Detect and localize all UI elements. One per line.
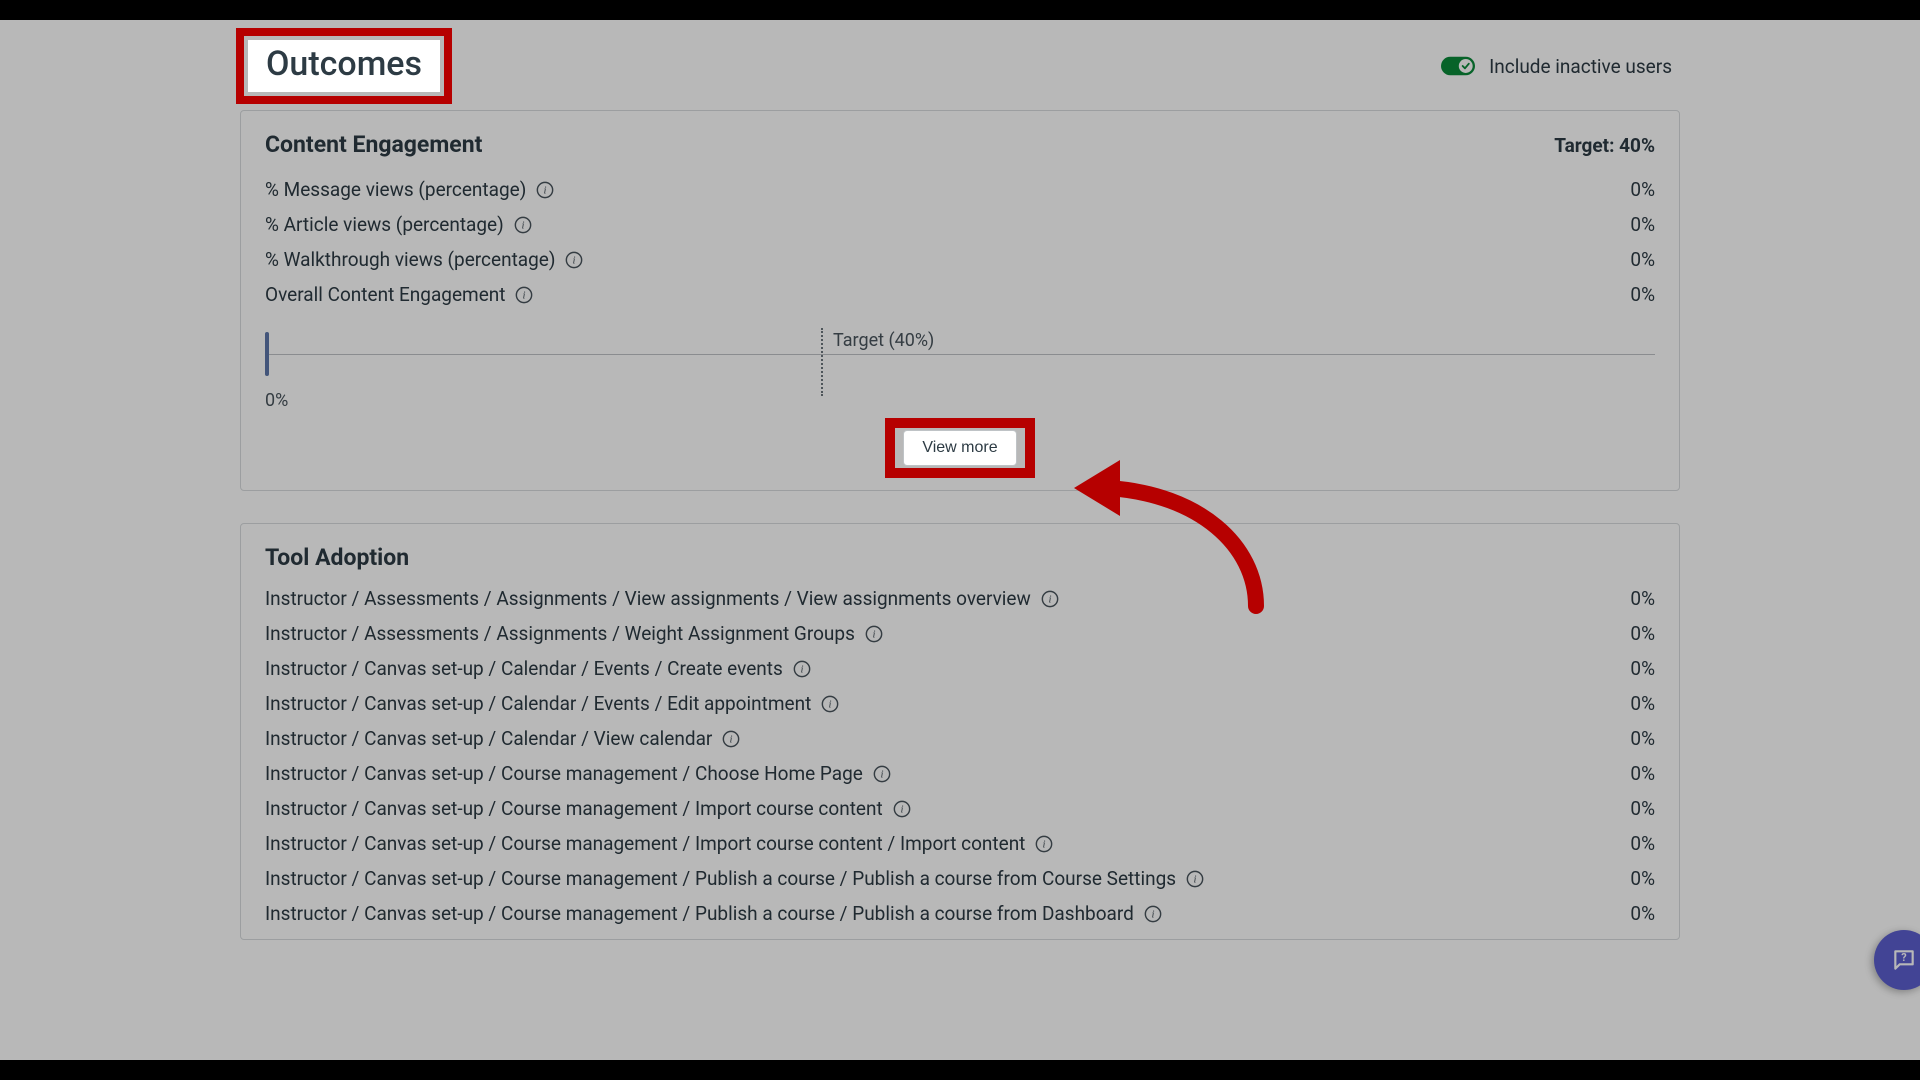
page-title: Outcomes bbox=[248, 40, 440, 92]
metric-value: 0% bbox=[1630, 832, 1655, 855]
metric-label: Instructor / Canvas set-up / Calendar / … bbox=[265, 727, 740, 750]
metric-row: % Article views (percentage)i 0% bbox=[265, 207, 1655, 242]
letterbox-top bbox=[0, 0, 1920, 20]
svg-text:i: i bbox=[800, 663, 803, 675]
svg-text:i: i bbox=[521, 219, 524, 231]
include-inactive-label: Include inactive users bbox=[1489, 55, 1672, 78]
metric-row: Instructor / Canvas set-up / Course mana… bbox=[265, 756, 1655, 791]
svg-text:i: i bbox=[544, 184, 547, 196]
view-more-button[interactable]: View more bbox=[903, 430, 1016, 466]
info-icon[interactable]: i bbox=[1144, 905, 1162, 923]
page-header: Outcomes Include inactive users bbox=[240, 40, 1680, 92]
metric-row: Overall Content Engagementi 0% bbox=[265, 277, 1655, 312]
metric-value: 0% bbox=[1630, 213, 1655, 236]
page-content: Outcomes Include inactive users Content … bbox=[0, 20, 1920, 1060]
metric-value: 0% bbox=[1630, 867, 1655, 890]
svg-text:i: i bbox=[1048, 593, 1051, 605]
metric-label: Instructor / Canvas set-up / Course mana… bbox=[265, 867, 1204, 890]
metric-row: Instructor / Canvas set-up / Calendar / … bbox=[265, 651, 1655, 686]
svg-text:i: i bbox=[573, 254, 576, 266]
metric-value: 0% bbox=[1630, 622, 1655, 645]
info-icon[interactable]: i bbox=[722, 730, 740, 748]
metric-value: 0% bbox=[1630, 902, 1655, 925]
metric-row: Instructor / Canvas set-up / Calendar / … bbox=[265, 686, 1655, 721]
info-icon[interactable]: i bbox=[821, 695, 839, 713]
info-icon[interactable]: i bbox=[565, 251, 583, 269]
metric-label: Instructor / Canvas set-up / Calendar / … bbox=[265, 657, 811, 680]
info-icon[interactable]: i bbox=[873, 765, 891, 783]
metric-label: Instructor / Canvas set-up / Calendar / … bbox=[265, 692, 839, 715]
content-engagement-target: Target: 40% bbox=[1554, 134, 1655, 157]
metric-row: Instructor / Canvas set-up / Course mana… bbox=[265, 861, 1655, 896]
metric-value: 0% bbox=[1630, 692, 1655, 715]
include-inactive-toggle[interactable]: Include inactive users bbox=[1441, 55, 1672, 78]
metric-value: 0% bbox=[1630, 248, 1655, 271]
info-icon[interactable]: i bbox=[1041, 590, 1059, 608]
svg-text:i: i bbox=[900, 803, 903, 815]
metric-label: Instructor / Assessments / Assignments /… bbox=[265, 622, 883, 645]
svg-text:i: i bbox=[829, 698, 832, 710]
metric-row: Instructor / Canvas set-up / Calendar / … bbox=[265, 721, 1655, 756]
metric-row: Instructor / Canvas set-up / Course mana… bbox=[265, 791, 1655, 826]
page-title-highlight: Outcomes bbox=[248, 40, 440, 92]
svg-text:i: i bbox=[880, 768, 883, 780]
metric-row: Instructor / Canvas set-up / Course mana… bbox=[265, 896, 1655, 931]
metric-label: % Article views (percentage)i bbox=[265, 213, 532, 236]
metric-label: Instructor / Canvas set-up / Course mana… bbox=[265, 902, 1162, 925]
letterbox-bottom bbox=[0, 1060, 1920, 1080]
info-icon[interactable]: i bbox=[536, 181, 554, 199]
toggle-on-icon bbox=[1441, 56, 1475, 76]
metric-value: 0% bbox=[1630, 762, 1655, 785]
svg-text:?: ? bbox=[1901, 951, 1906, 964]
tool-adoption-title: Tool Adoption bbox=[265, 544, 409, 571]
progress-current-marker bbox=[265, 332, 269, 376]
svg-text:i: i bbox=[1194, 873, 1197, 885]
metric-label: Overall Content Engagementi bbox=[265, 283, 533, 306]
progress-track bbox=[265, 354, 1655, 355]
metric-row: Instructor / Assessments / Assignments /… bbox=[265, 581, 1655, 616]
progress-target-line bbox=[821, 328, 823, 396]
metric-row: Instructor / Canvas set-up / Course mana… bbox=[265, 826, 1655, 861]
metric-row: % Walkthrough views (percentage)i 0% bbox=[265, 242, 1655, 277]
view-more-highlight: View more bbox=[903, 430, 1016, 466]
info-icon[interactable]: i bbox=[515, 286, 533, 304]
content-engagement-progress: Target (40%) 0% bbox=[265, 326, 1655, 382]
svg-text:i: i bbox=[1151, 908, 1154, 920]
metric-value: 0% bbox=[1630, 727, 1655, 750]
svg-text:i: i bbox=[523, 289, 526, 301]
metric-label: Instructor / Canvas set-up / Course mana… bbox=[265, 762, 891, 785]
chat-help-icon: ? bbox=[1891, 947, 1917, 973]
info-icon[interactable]: i bbox=[514, 216, 532, 234]
metric-label: Instructor / Canvas set-up / Course mana… bbox=[265, 797, 911, 820]
metric-row: % Message views (percentage)i 0% bbox=[265, 172, 1655, 207]
info-icon[interactable]: i bbox=[893, 800, 911, 818]
content-engagement-title: Content Engagement bbox=[265, 131, 482, 158]
metric-label: Instructor / Assessments / Assignments /… bbox=[265, 587, 1059, 610]
metric-row: Instructor / Assessments / Assignments /… bbox=[265, 616, 1655, 651]
metric-label: Instructor / Canvas set-up / Course mana… bbox=[265, 832, 1053, 855]
metric-value: 0% bbox=[1630, 797, 1655, 820]
metric-value: 0% bbox=[1630, 178, 1655, 201]
metric-label: % Walkthrough views (percentage)i bbox=[265, 248, 583, 271]
metric-value: 0% bbox=[1630, 657, 1655, 680]
metric-label: % Message views (percentage)i bbox=[265, 178, 554, 201]
svg-text:i: i bbox=[730, 733, 733, 745]
progress-target-label: Target (40%) bbox=[833, 330, 934, 351]
content-engagement-card: Content Engagement Target: 40% % Message… bbox=[240, 110, 1680, 491]
svg-text:i: i bbox=[872, 628, 875, 640]
info-icon[interactable]: i bbox=[1035, 835, 1053, 853]
info-icon[interactable]: i bbox=[793, 660, 811, 678]
svg-text:i: i bbox=[1043, 838, 1046, 850]
metric-value: 0% bbox=[1630, 283, 1655, 306]
progress-zero-label: 0% bbox=[265, 390, 288, 411]
info-icon[interactable]: i bbox=[865, 625, 883, 643]
tool-adoption-card: Tool Adoption Instructor / Assessments /… bbox=[240, 523, 1680, 940]
metric-value: 0% bbox=[1630, 587, 1655, 610]
info-icon[interactable]: i bbox=[1186, 870, 1204, 888]
